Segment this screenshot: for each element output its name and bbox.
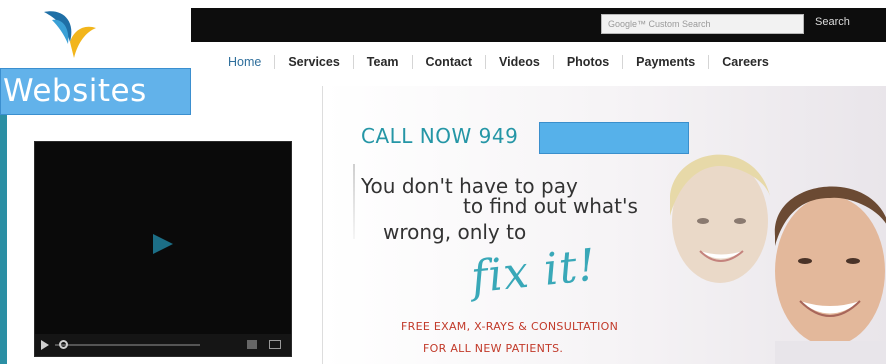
nav-item-contact[interactable]: Contact bbox=[411, 55, 486, 69]
nav-item-videos[interactable]: Videos bbox=[485, 55, 553, 69]
tagline-line-3: wrong, only to bbox=[383, 220, 527, 244]
smiling-couple-image bbox=[670, 154, 886, 364]
volume-icon[interactable] bbox=[247, 340, 257, 349]
logo-swoosh-icon[interactable] bbox=[36, 6, 106, 64]
call-now-text: CALL NOW 949 bbox=[361, 124, 519, 148]
nav-item-services[interactable]: Services bbox=[274, 55, 352, 69]
search-button[interactable]: Search bbox=[815, 16, 850, 28]
offer-line-1: FREE EXAM, X-RAYS & CONSULTATION bbox=[401, 320, 619, 333]
nav-item-careers[interactable]: Careers bbox=[708, 55, 782, 69]
video-player[interactable] bbox=[34, 141, 292, 357]
offer-line-2: FOR ALL NEW PATIENTS. bbox=[423, 342, 564, 355]
fullscreen-icon[interactable] bbox=[269, 340, 281, 349]
nav-item-home[interactable]: Home bbox=[218, 55, 274, 69]
main-nav: Home Services Team Contact Videos Photos… bbox=[218, 50, 782, 74]
video-controls bbox=[35, 334, 291, 356]
play-icon[interactable] bbox=[153, 234, 173, 254]
seek-knob[interactable] bbox=[59, 340, 68, 349]
nav-item-photos[interactable]: Photos bbox=[552, 55, 622, 69]
small-play-icon[interactable] bbox=[41, 340, 49, 350]
left-accent-bar bbox=[0, 115, 7, 364]
nav-item-team[interactable]: Team bbox=[352, 55, 412, 69]
banner-divider bbox=[353, 164, 355, 239]
search-input[interactable]: Google™ Custom Search bbox=[601, 14, 804, 34]
seek-bar[interactable] bbox=[55, 344, 200, 346]
fix-it-text: fix it! bbox=[468, 239, 599, 304]
tagline-line-2: to find out what's bbox=[463, 194, 638, 218]
websites-badge: Websites bbox=[0, 68, 191, 115]
top-bar: Google™ Custom Search Search bbox=[191, 8, 886, 42]
nav-item-payments[interactable]: Payments bbox=[622, 55, 708, 69]
promo-banner[interactable]: CALL NOW 949 You don't have to pay to fi… bbox=[322, 86, 886, 364]
